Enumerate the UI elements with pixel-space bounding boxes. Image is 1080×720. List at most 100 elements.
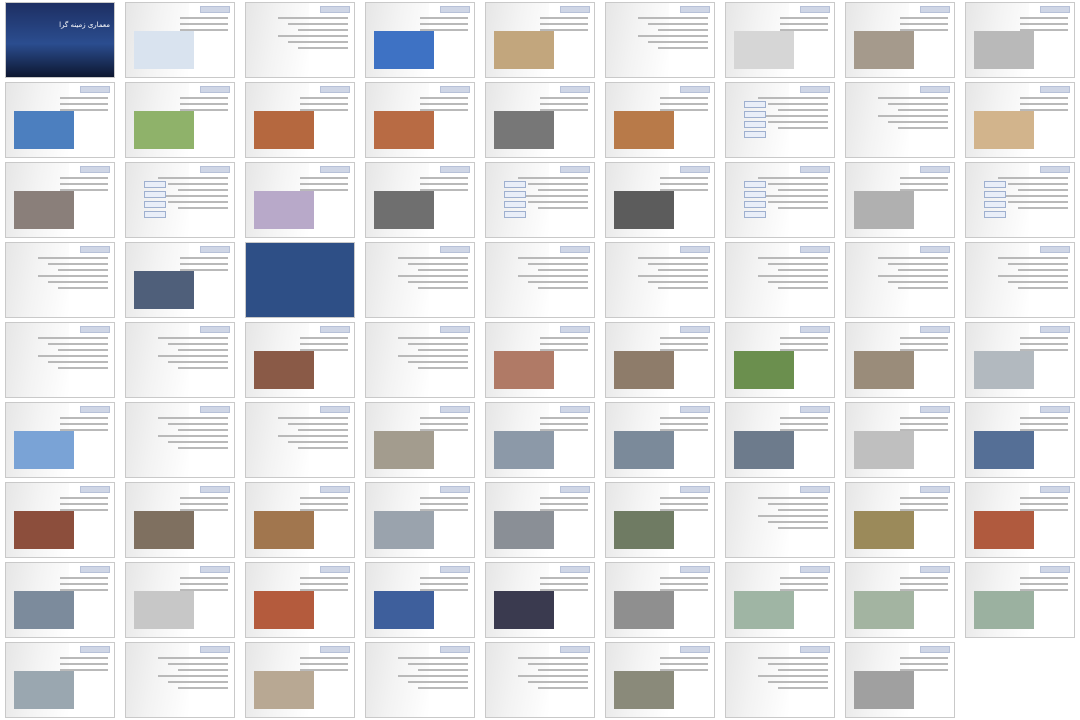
slide-thumbnail[interactable] [485,562,595,638]
text-line [178,669,228,671]
slide-thumbnail[interactable] [485,2,595,78]
slide-thumbnail[interactable] [605,2,715,78]
slide-thumbnail[interactable] [845,562,955,638]
slide-thumbnail[interactable] [365,562,475,638]
slide-thumbnail[interactable] [845,82,955,158]
slide-header-tab [560,406,590,413]
slide-header-tab [320,166,350,173]
slide-thumbnail[interactable] [485,242,595,318]
slide-thumbnail[interactable] [605,482,715,558]
slide-thumbnail[interactable] [125,2,235,78]
slide-thumbnail[interactable] [5,642,115,718]
slide-thumbnail[interactable] [605,562,715,638]
slide-thumbnail[interactable] [965,242,1075,318]
slide-thumbnail[interactable] [245,562,355,638]
slide-thumbnail[interactable] [5,482,115,558]
slide-thumbnail[interactable] [365,162,475,238]
slide-thumbnail[interactable] [845,642,955,718]
slide-thumbnail[interactable] [725,242,835,318]
text-line [658,47,708,49]
slide-thumbnail[interactable] [605,242,715,318]
slide-thumbnail[interactable] [365,2,475,78]
slide-thumbnail[interactable] [5,562,115,638]
slide-thumbnail[interactable] [125,642,235,718]
slide-thumbnail[interactable] [725,162,835,238]
slide-header-tab [80,406,110,413]
slide-thumbnail[interactable] [245,322,355,398]
text-line [298,447,348,449]
slide-thumbnail[interactable] [125,82,235,158]
text-line [158,417,228,419]
slide-thumbnail[interactable] [5,162,115,238]
text-line [780,17,828,19]
slide-thumbnail[interactable] [725,82,835,158]
slide-thumbnail[interactable] [245,482,355,558]
slide-thumbnail[interactable] [965,562,1075,638]
slide-thumbnail[interactable] [845,162,955,238]
slide-thumbnail[interactable] [485,402,595,478]
slide-thumbnail[interactable] [5,82,115,158]
slide-thumbnail[interactable] [725,322,835,398]
slide-thumbnail[interactable] [245,642,355,718]
slide-thumbnail[interactable] [485,482,595,558]
slide-header-tab [320,6,350,13]
slide-thumbnail[interactable] [725,562,835,638]
slide-thumbnail[interactable] [485,82,595,158]
slide-thumbnail[interactable]: معماری زمینه گرا [5,2,115,78]
slide-thumbnail[interactable] [365,482,475,558]
slide-thumbnail[interactable] [725,482,835,558]
slide-thumbnail[interactable] [365,242,475,318]
text-line [648,281,708,283]
text-line [288,23,348,25]
slide-thumbnail[interactable] [725,2,835,78]
slide-thumbnail[interactable] [245,162,355,238]
slide-thumbnail[interactable] [605,642,715,718]
text-line [660,497,708,499]
slide-thumbnail[interactable] [845,402,955,478]
slide-thumbnail[interactable] [125,322,235,398]
slide-thumbnail[interactable] [485,162,595,238]
slide-thumbnail[interactable] [605,82,715,158]
slide-thumbnail[interactable] [965,82,1075,158]
slide-thumbnail[interactable] [605,162,715,238]
slide-thumbnail[interactable] [125,242,235,318]
slide-thumbnail[interactable] [365,642,475,718]
slide-thumbnail[interactable] [245,2,355,78]
slide-thumbnail[interactable] [485,322,595,398]
slide-thumbnail[interactable] [725,642,835,718]
slide-thumbnail[interactable] [845,242,955,318]
slide-thumbnail[interactable] [365,322,475,398]
slide-thumbnail[interactable] [845,322,955,398]
slide-header-tab [80,486,110,493]
slide-photo [254,191,314,229]
slide-thumbnail[interactable] [965,162,1075,238]
diagram-box [504,211,526,218]
slide-thumbnail[interactable] [965,2,1075,78]
slide-thumbnail[interactable] [5,322,115,398]
slide-background [966,163,1029,237]
slide-thumbnail[interactable] [605,402,715,478]
slide-thumbnail[interactable] [365,402,475,478]
slide-thumbnail[interactable] [845,2,955,78]
text-line [648,263,708,265]
slide-thumbnail[interactable] [125,562,235,638]
slide-thumbnail[interactable] [125,402,235,478]
slide-thumbnail[interactable] [125,162,235,238]
slide-thumbnail[interactable] [605,322,715,398]
slide-thumbnail[interactable] [965,402,1075,478]
slide-thumbnail[interactable] [365,82,475,158]
slide-thumbnail[interactable] [845,482,955,558]
diagram-box [744,131,766,138]
text-line [888,281,948,283]
slide-thumbnail[interactable] [5,242,115,318]
slide-thumbnail[interactable] [245,242,355,318]
slide-thumbnail[interactable] [965,482,1075,558]
slide-thumbnail[interactable] [725,402,835,478]
slide-thumbnail[interactable] [245,402,355,478]
slide-thumbnail[interactable] [125,482,235,558]
slide-thumbnail[interactable] [5,402,115,478]
slide-photo [254,111,314,149]
slide-thumbnail[interactable] [485,642,595,718]
slide-thumbnail[interactable] [245,82,355,158]
slide-thumbnail[interactable] [965,322,1075,398]
